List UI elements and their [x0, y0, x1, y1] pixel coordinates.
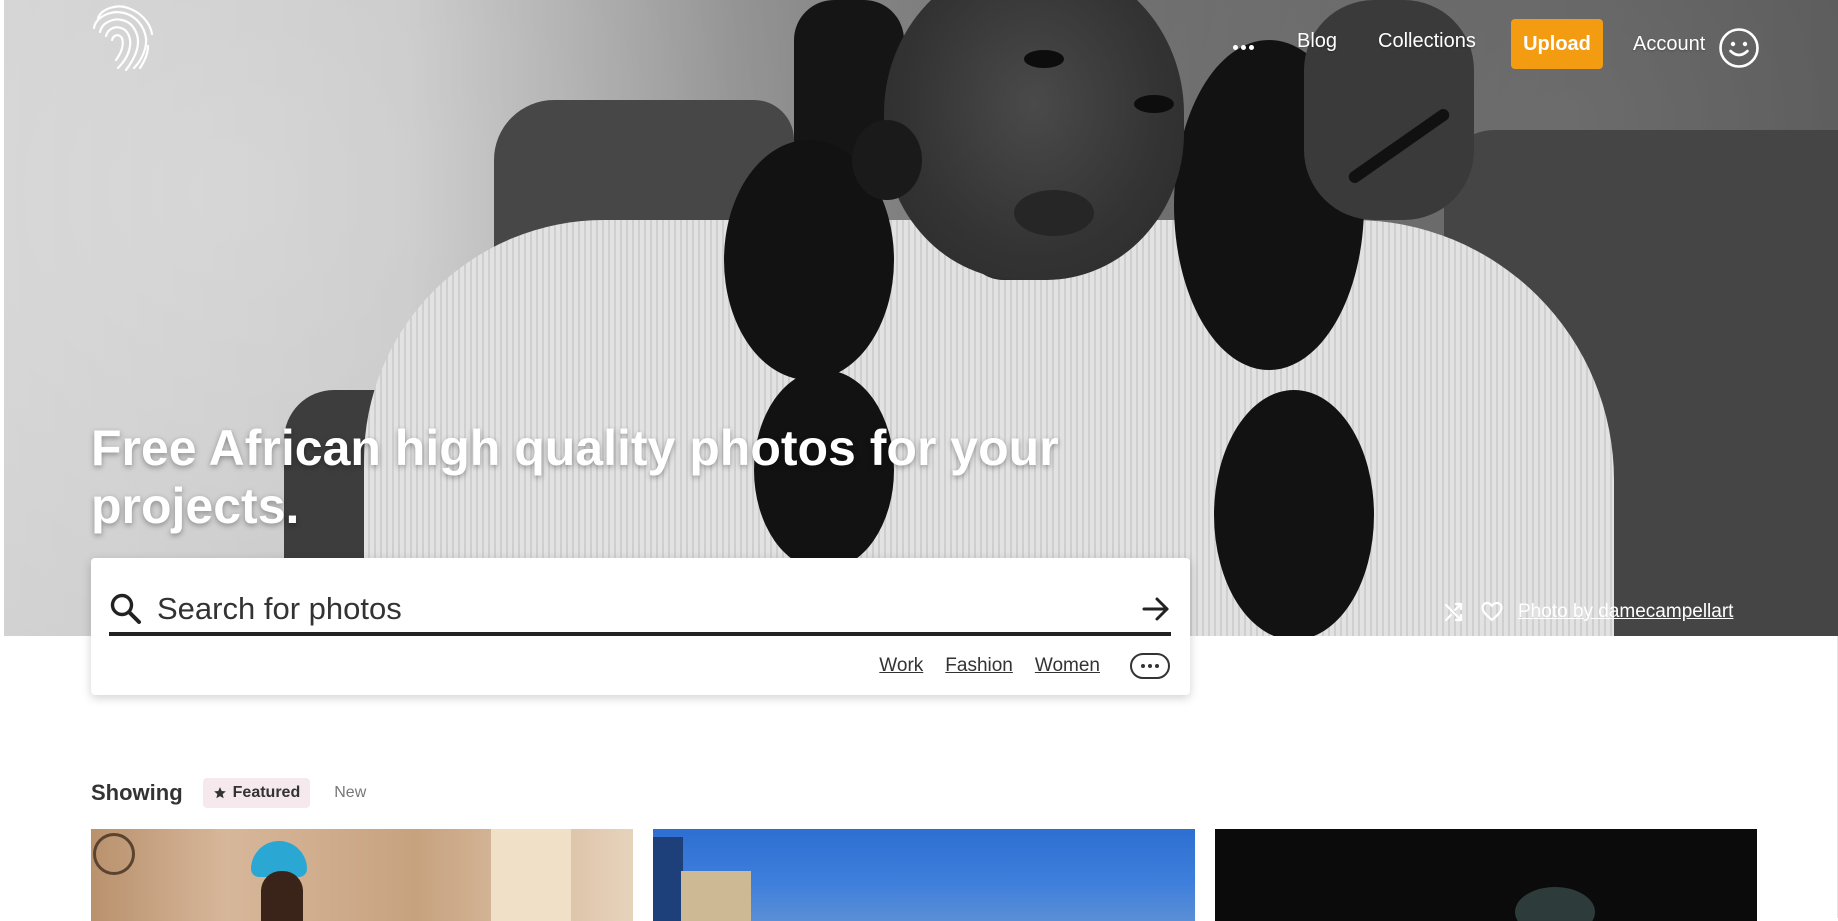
hero-eye	[1024, 50, 1064, 68]
photo-credit: Photo by damecampellart	[1442, 600, 1733, 624]
suggestion-link-women[interactable]: Women	[1035, 655, 1100, 677]
search-card: Work Fashion Women	[91, 558, 1190, 695]
dot	[1232, 44, 1238, 50]
hero-earring	[852, 120, 922, 200]
shuffle-icon[interactable]	[1442, 600, 1466, 624]
page: Blog Collections Upload Account Free Afr…	[0, 0, 1838, 921]
more-suggestions-icon[interactable]	[1130, 653, 1170, 679]
hero-photo	[4, 0, 1838, 636]
heart-icon[interactable]	[1480, 600, 1504, 624]
hero-headline: Free African high quality photos for you…	[91, 420, 1059, 534]
hero-hair-puff	[1214, 390, 1374, 636]
photo-thumbnail[interactable]	[91, 829, 633, 921]
thumbnail-shelf	[491, 829, 571, 921]
hero-lips	[1014, 190, 1094, 236]
dot	[1155, 664, 1159, 668]
search-suggestions: Work Fashion Women	[879, 653, 1170, 679]
africa-fingerprint-logo-icon[interactable]	[88, 2, 156, 74]
nav-blog-link[interactable]: Blog	[1297, 30, 1337, 53]
thumbnail-face	[261, 871, 303, 921]
photo-thumbnail[interactable]	[653, 829, 1195, 921]
showing-filter-bar: Showing Featured New	[91, 778, 366, 808]
filter-featured-tab[interactable]: Featured	[202, 778, 311, 808]
search-bar	[109, 586, 1171, 636]
dot	[1240, 44, 1246, 50]
thumbnail-building	[653, 837, 683, 921]
photo-thumbnail[interactable]	[1215, 829, 1757, 921]
photo-credit-link[interactable]: Photo by damecampellart	[1518, 601, 1733, 623]
filter-new-tab[interactable]: New	[334, 784, 366, 802]
dot	[1148, 664, 1152, 668]
thumbnail-subject	[1515, 887, 1595, 921]
upload-button[interactable]: Upload	[1511, 19, 1603, 69]
showing-label: Showing	[91, 780, 183, 805]
hero-face	[884, 0, 1184, 280]
more-menu-icon[interactable]	[1230, 34, 1256, 60]
suggestion-link-fashion[interactable]: Fashion	[945, 655, 1013, 677]
dot	[1141, 664, 1145, 668]
smiley-face-icon[interactable]	[1718, 27, 1760, 69]
hero-eye	[1134, 95, 1174, 113]
nav-collections-link[interactable]: Collections	[1378, 30, 1476, 53]
arrow-right-icon[interactable]	[1141, 594, 1171, 624]
suggestion-link-work[interactable]: Work	[879, 655, 923, 677]
dot	[1248, 44, 1254, 50]
filter-featured-label: Featured	[232, 784, 301, 801]
star-icon	[213, 787, 226, 799]
nav-account-link[interactable]: Account	[1633, 33, 1705, 56]
thumbnail-building	[681, 871, 751, 921]
search-input[interactable]	[157, 591, 1141, 627]
thumbnail-clock	[93, 833, 135, 875]
search-icon	[110, 593, 141, 624]
